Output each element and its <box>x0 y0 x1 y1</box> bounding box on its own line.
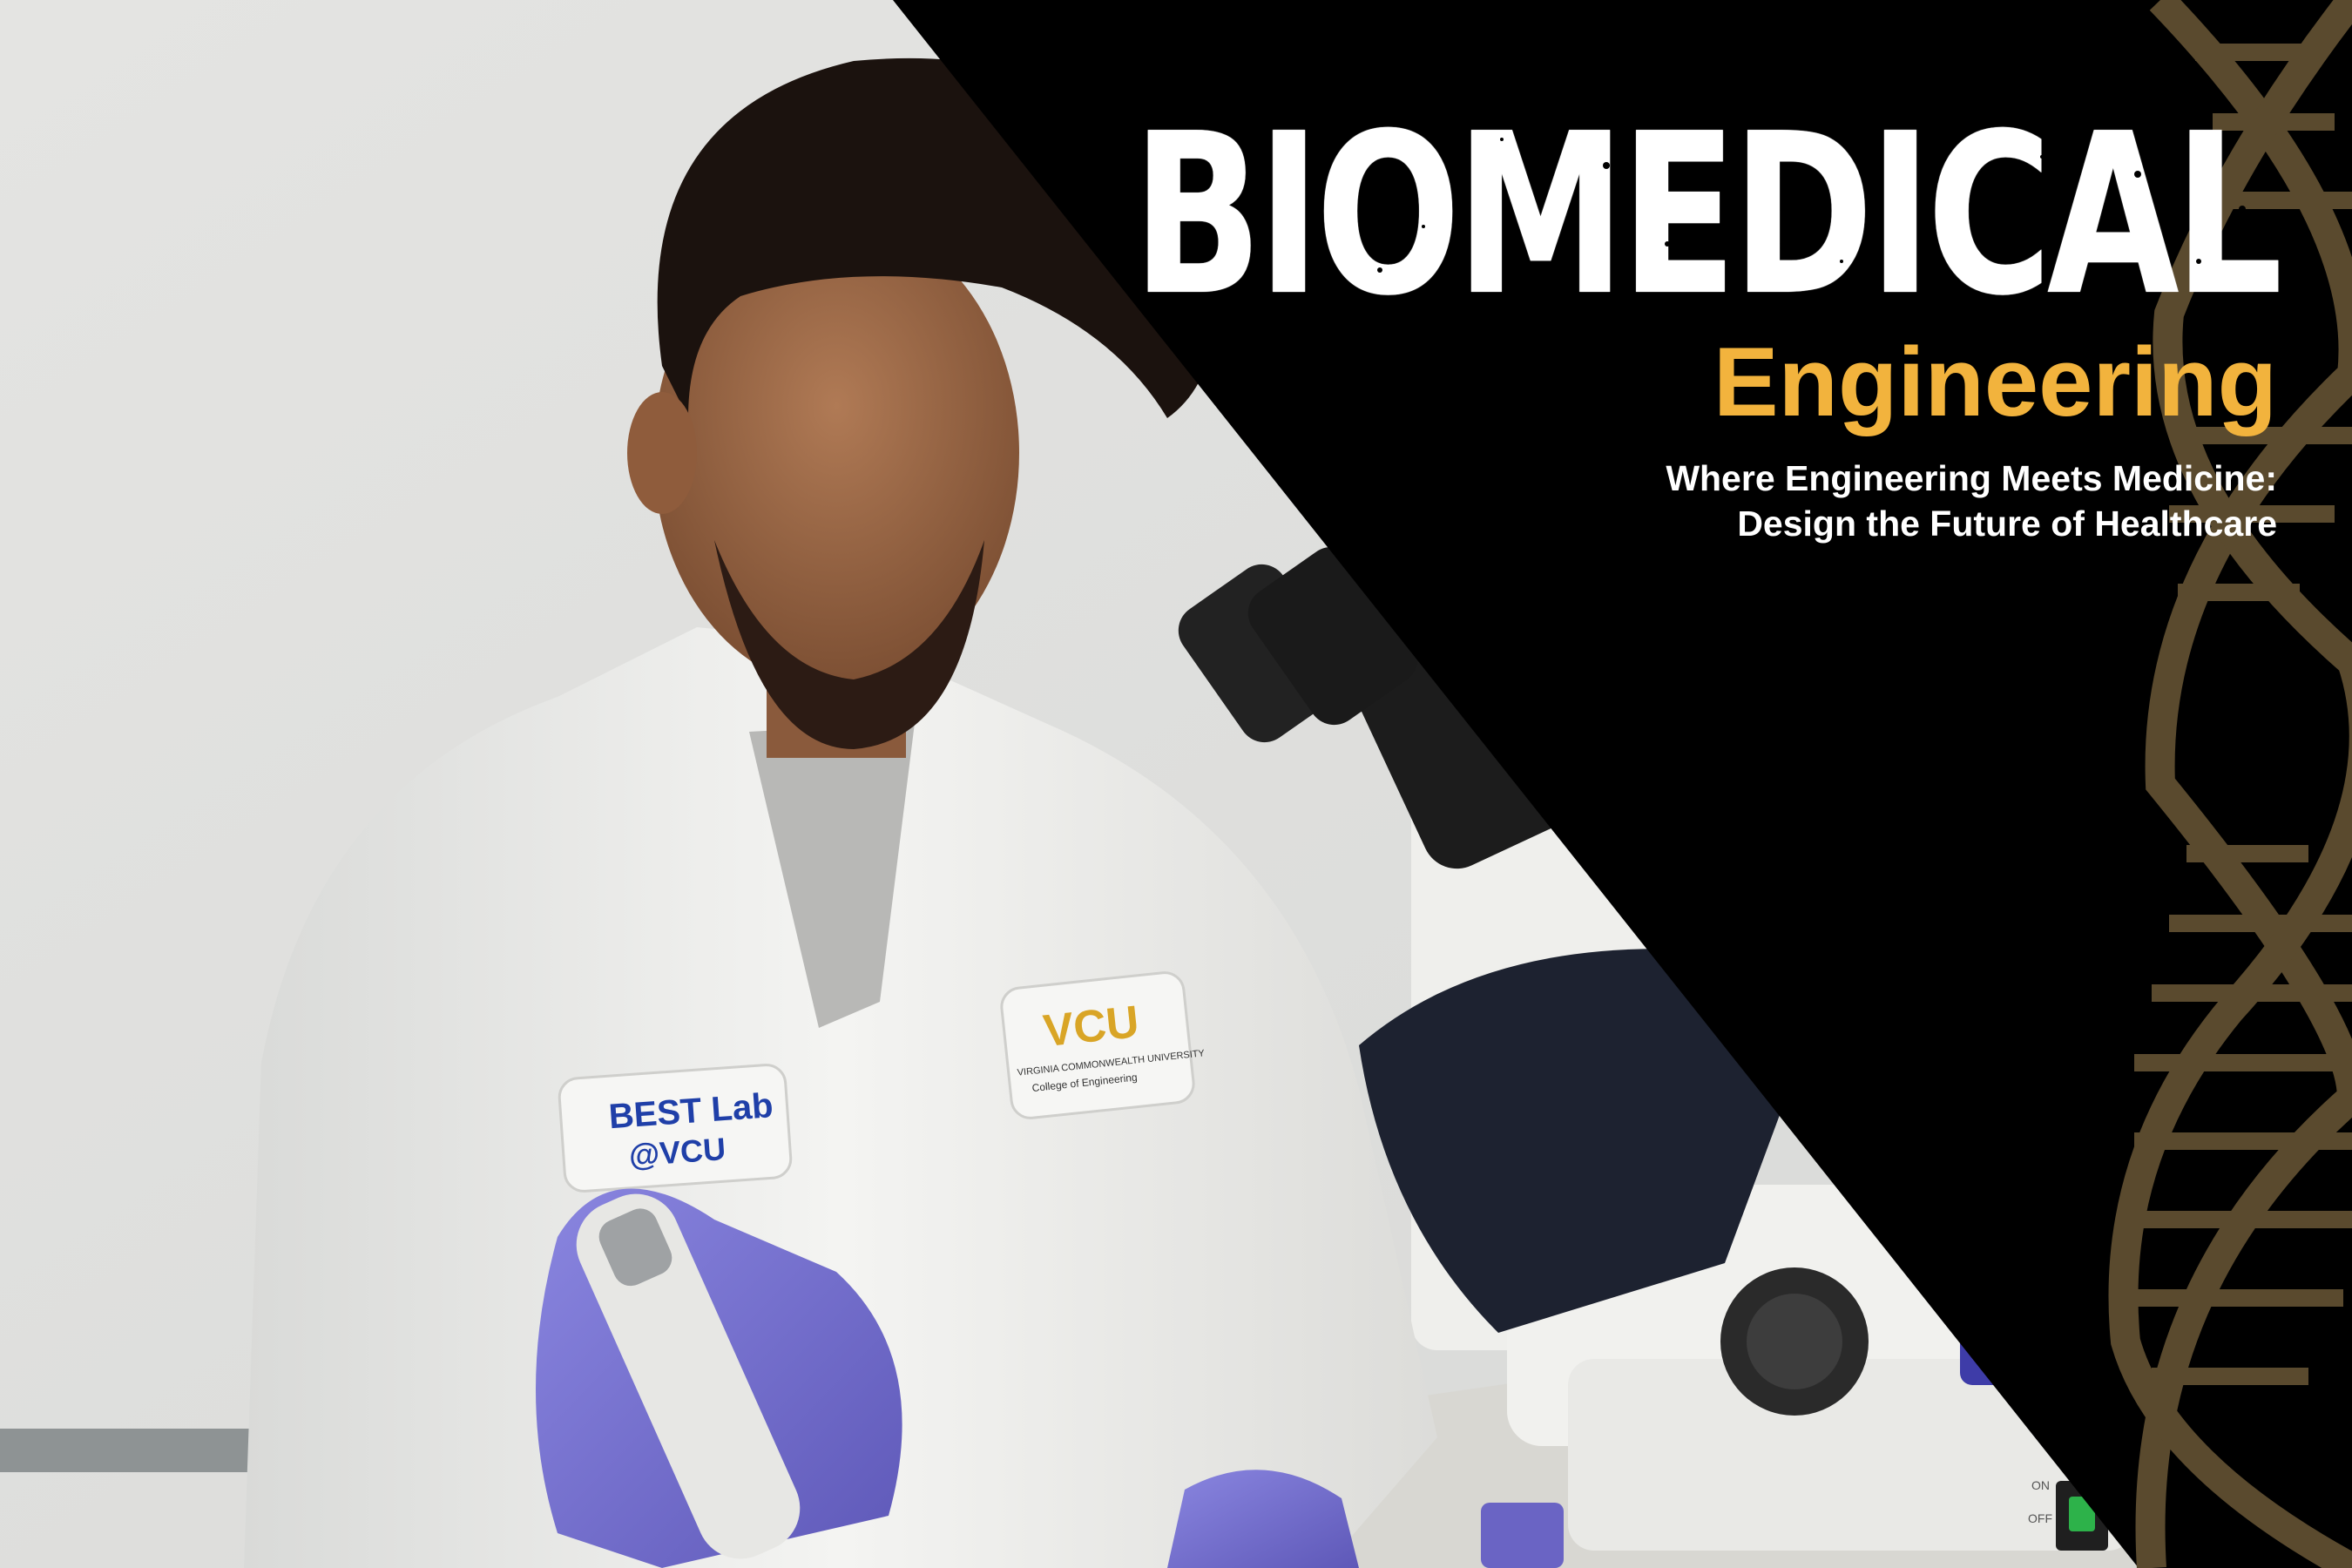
tagline-line1: Where Engineering Meets Medicine: <box>1666 458 2277 498</box>
tagline-line2: Design the Future of Healthcare <box>1737 504 2277 544</box>
title-block: BIOMEDICAL Engineering Where Engineering… <box>790 86 2282 547</box>
page-subtitle: Engineering <box>1713 328 2277 436</box>
tagline: Where Engineering Meets Medicine: Design… <box>790 456 2277 547</box>
page-title: BIOMEDICAL <box>1132 86 2282 345</box>
